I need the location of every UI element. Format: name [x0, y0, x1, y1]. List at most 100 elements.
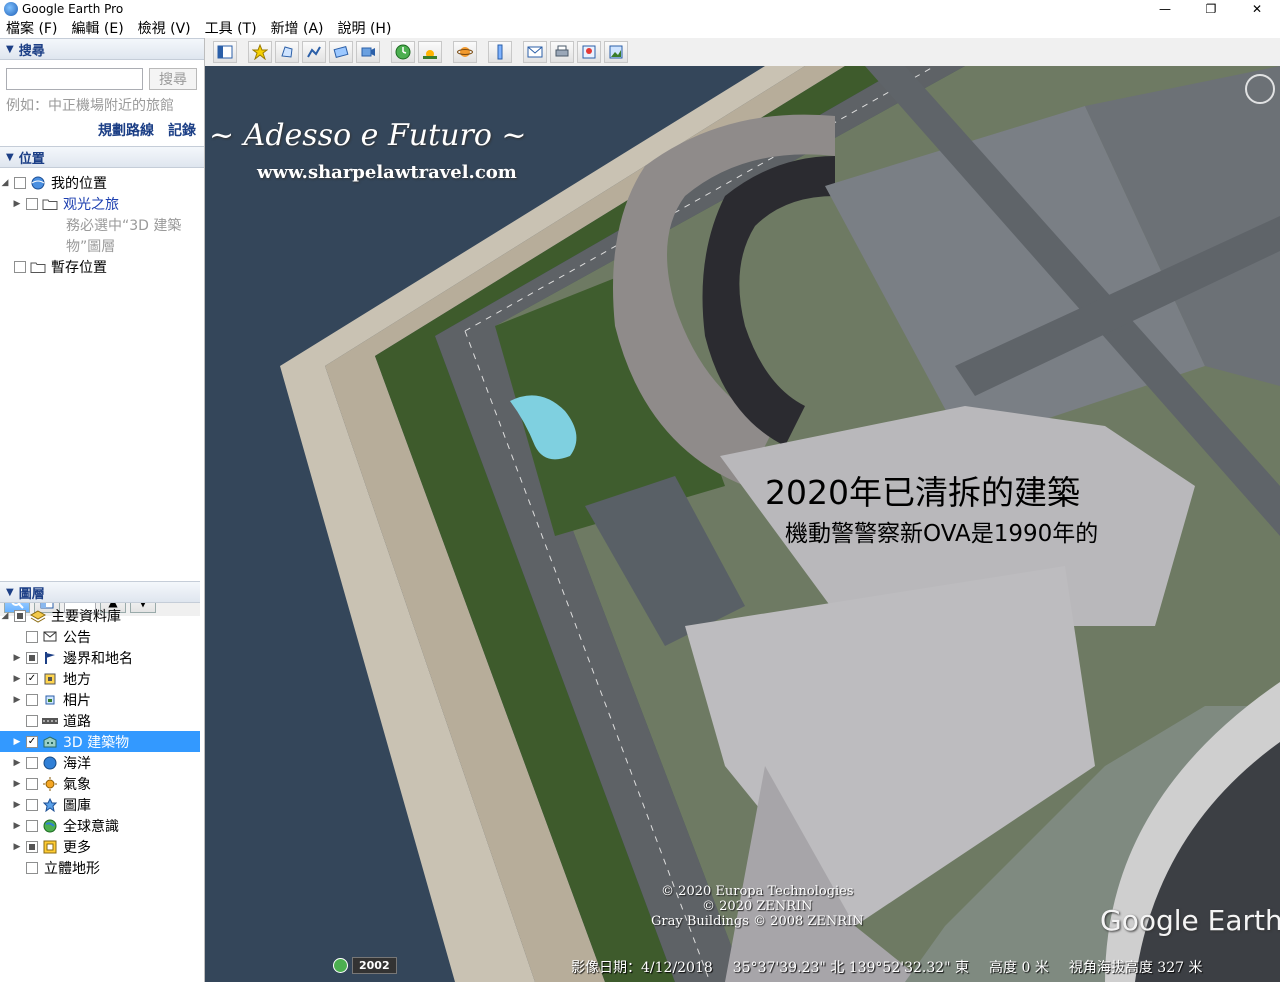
tree-label: 我的位置	[51, 175, 107, 192]
expand-icon[interactable]: ▶	[12, 674, 22, 684]
email-button[interactable]	[523, 41, 547, 63]
add-path-button[interactable]	[302, 41, 326, 63]
add-overlay-button[interactable]	[329, 41, 353, 63]
tree-row-gallery[interactable]: ▶ 圖庫	[0, 794, 200, 815]
map-view[interactable]: ~ Adesso e Futuro ~ www.sharpelawtravel.…	[205, 66, 1280, 982]
historical-imagery-button[interactable]	[391, 41, 415, 63]
tree-row-ocean[interactable]: ▶ 海洋	[0, 752, 200, 773]
checkbox[interactable]	[14, 609, 26, 622]
tree-row-places[interactable]: ▶ ✓ 地方	[0, 668, 200, 689]
sidebar-toggle-button[interactable]	[213, 41, 237, 63]
menu-tools[interactable]: 工具 (T)	[205, 18, 257, 38]
print-button[interactable]	[550, 41, 574, 63]
title-bar: Google Earth Pro — ❐ ✕	[0, 0, 1280, 18]
tree-row-weather[interactable]: ▶ 氣象	[0, 773, 200, 794]
expand-icon[interactable]: ▶	[12, 779, 22, 789]
places-panel-header[interactable]: ▼ 位置	[0, 146, 204, 168]
view-in-maps-button[interactable]	[577, 41, 601, 63]
maps-icon	[582, 45, 596, 59]
collapse-icon[interactable]: ◢	[0, 178, 10, 188]
add-polygon-button[interactable]	[275, 41, 299, 63]
ruler-button[interactable]	[488, 41, 512, 63]
checkbox[interactable]	[26, 756, 38, 769]
maximize-button[interactable]: ❐	[1188, 0, 1234, 18]
tree-row-3d-buildings[interactable]: ▶ ✓ 3D 建築物	[0, 731, 200, 752]
window-title: Google Earth Pro	[22, 2, 124, 16]
checkbox[interactable]	[26, 651, 38, 664]
history-link[interactable]: 記錄	[168, 120, 196, 140]
sunlight-button[interactable]	[418, 41, 442, 63]
tree-row-primary-db[interactable]: ◢ 主要資料庫	[0, 605, 200, 626]
photo-icon	[42, 693, 58, 707]
expand-icon[interactable]: ▶	[12, 842, 22, 852]
tree-row-roads[interactable]: 道路	[0, 710, 200, 731]
envelope-icon	[527, 46, 543, 58]
checkbox[interactable]: ✓	[26, 735, 38, 748]
minimize-button[interactable]: —	[1142, 0, 1188, 18]
tree-row-more[interactable]: ▶ 更多	[0, 836, 200, 857]
checkbox[interactable]: ✓	[26, 672, 38, 685]
compass-control[interactable]	[1245, 74, 1275, 104]
checkbox[interactable]	[26, 861, 38, 874]
collapse-triangle-icon: ▼	[6, 586, 14, 598]
checkbox[interactable]	[26, 693, 38, 706]
expand-icon[interactable]: ▶	[12, 758, 22, 768]
record-tour-icon	[361, 47, 375, 57]
tree-row-temp-places[interactable]: 暫存位置	[0, 256, 204, 277]
tree-label: 暫存位置	[51, 259, 107, 276]
tree-label: 全球意識	[63, 818, 119, 835]
more-folder-icon	[42, 840, 58, 854]
layers-panel-header[interactable]: ▼ 圖層	[0, 581, 200, 603]
tree-description: 務必選中“3D 建築	[66, 217, 182, 234]
checkbox[interactable]	[14, 176, 26, 189]
tree-row-global-awareness[interactable]: ▶ 全球意識	[0, 815, 200, 836]
tree-row-photos[interactable]: ▶ 相片	[0, 689, 200, 710]
expand-icon[interactable]: ▶	[12, 821, 22, 831]
add-placemark-button[interactable]	[248, 41, 272, 63]
checkbox[interactable]	[14, 260, 26, 273]
tree-label: 邊界和地名	[63, 650, 133, 667]
checkbox[interactable]	[26, 840, 38, 853]
save-image-button[interactable]	[604, 41, 628, 63]
checkbox[interactable]	[26, 197, 38, 210]
google-earth-logo: Google Earth	[1100, 904, 1280, 937]
layers-panel-title: 圖層	[18, 586, 45, 602]
collapse-icon[interactable]: ◢	[0, 611, 10, 621]
close-button[interactable]: ✕	[1234, 0, 1280, 18]
search-button[interactable]: 搜尋	[149, 68, 197, 90]
historical-year-chip[interactable]: 2002	[333, 957, 397, 974]
google-earth-icon	[4, 2, 18, 16]
expand-icon[interactable]: ▶	[12, 653, 22, 663]
expand-icon[interactable]: ▶	[12, 800, 22, 810]
menu-view[interactable]: 檢視 (V)	[138, 18, 191, 38]
menu-edit[interactable]: 編輯 (E)	[71, 18, 123, 38]
tree-desc: 務必選中“3D 建築	[0, 214, 204, 235]
checkbox[interactable]	[26, 819, 38, 832]
overlay-subtitle: 機動警警察新OVA是1990年的	[785, 521, 1099, 547]
expand-icon[interactable]: ▶	[12, 695, 22, 705]
planets-button[interactable]	[453, 41, 477, 63]
record-tour-button[interactable]	[356, 41, 380, 63]
tree-row-my-places[interactable]: ◢ 我的位置	[0, 172, 204, 193]
checkbox[interactable]	[26, 630, 38, 643]
menu-add[interactable]: 新增 (A)	[271, 18, 324, 38]
checkbox[interactable]	[26, 714, 38, 727]
tree-row-borders[interactable]: ▶ 邊界和地名	[0, 647, 200, 668]
search-panel-header[interactable]: ▼ 搜尋	[0, 38, 204, 60]
tree-row-terrain[interactable]: 立體地形	[0, 857, 200, 878]
tree-label: 主要資料庫	[51, 608, 121, 625]
checkbox[interactable]	[26, 798, 38, 811]
search-input[interactable]	[6, 68, 143, 90]
route-link[interactable]: 規劃路線	[98, 120, 154, 140]
year-label: 2002	[352, 957, 397, 974]
menu-help[interactable]: 說明 (H)	[338, 18, 392, 38]
menu-file[interactable]: 檔案 (F)	[6, 18, 57, 38]
layers-panel: ▼ 圖層 ◢ 主要資料庫 公告 ▶ 邊界和地名 ▶ ✓ 地方 ▶ 相片 道路 ▶…	[0, 581, 200, 878]
expand-icon[interactable]: ▶	[12, 737, 22, 747]
places-panel-title: 位置	[18, 151, 45, 167]
expand-icon[interactable]: ▶	[12, 199, 22, 209]
tree-row-announcements[interactable]: 公告	[0, 626, 200, 647]
tree-row-sightseeing[interactable]: ▶ 观光之旅	[0, 193, 204, 214]
checkbox[interactable]	[26, 777, 38, 790]
image-overlay-icon	[333, 45, 349, 59]
